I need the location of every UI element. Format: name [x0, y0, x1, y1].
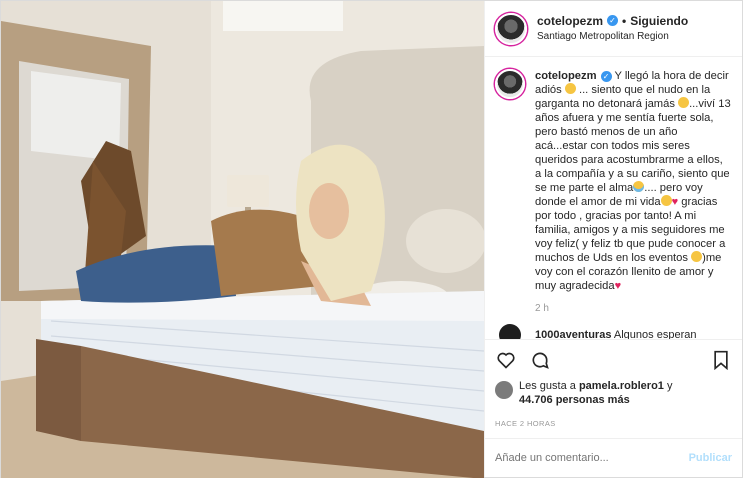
likes-count[interactable]: 44.706 personas más: [519, 394, 630, 406]
liker-username[interactable]: pamela.roblero1: [579, 380, 664, 392]
publish-button[interactable]: Publicar: [689, 452, 732, 464]
location-link[interactable]: Santiago Metropolitan Region: [537, 30, 688, 44]
comments-area[interactable]: cotelopezm ✓ Y llegó la hora de decir adi…: [485, 57, 742, 339]
instagram-post: cotelopezm ✓ • Siguiendo Santiago Metrop…: [0, 0, 743, 478]
post-timestamp[interactable]: HACE 2 HORAS: [485, 415, 742, 439]
commenter-avatar[interactable]: [499, 324, 521, 339]
commenter-username[interactable]: 1000aventuras: [535, 329, 611, 339]
author-username[interactable]: cotelopezm: [537, 14, 603, 28]
crying-face-emoji-icon: [633, 181, 645, 192]
caption: cotelopezm ✓ Y llegó la hora de decir adi…: [495, 69, 732, 293]
likes-prefix: Les gusta a: [519, 380, 576, 392]
smiling-face-emoji-icon: [660, 195, 672, 206]
heart-icon[interactable]: [495, 349, 517, 371]
verified-badge-icon: ✓: [600, 71, 612, 82]
comment-row: 1000aventuras Algunos esperan: [495, 324, 732, 339]
blushing-face-emoji-icon: [691, 251, 703, 262]
bookmark-icon[interactable]: [710, 349, 732, 371]
post-photo[interactable]: [1, 1, 484, 478]
sad-face-emoji-icon: [564, 83, 576, 94]
red-heart-emoji-icon: ♥: [614, 280, 622, 292]
likes-and: y: [666, 380, 673, 392]
comment-input[interactable]: [495, 452, 689, 464]
caption-author-avatar[interactable]: [495, 69, 525, 99]
following-button[interactable]: Siguiendo: [630, 14, 688, 28]
red-heart-emoji-icon: ♥: [671, 196, 679, 208]
caption-text: cotelopezm ✓ Y llegó la hora de decir adi…: [535, 69, 731, 293]
action-bar: [485, 339, 742, 379]
liker-avatar[interactable]: [495, 381, 513, 399]
add-comment-bar: Publicar: [485, 439, 742, 477]
caption-time: 2 h: [535, 303, 549, 314]
bedroom-photo-illustration: [1, 1, 484, 478]
comment-bubble-icon[interactable]: [529, 349, 551, 371]
caption-part-3: ...viví 13 años afuera y me sentía fuert…: [535, 98, 731, 194]
sad-face-emoji-icon: [678, 97, 690, 108]
separator-dot: •: [622, 13, 627, 28]
author-avatar[interactable]: [495, 12, 527, 45]
post-header: cotelopezm ✓ • Siguiendo Santiago Metrop…: [485, 1, 742, 57]
post-sidebar: cotelopezm ✓ • Siguiendo Santiago Metrop…: [484, 1, 742, 477]
verified-badge-icon: ✓: [607, 15, 619, 26]
caption-username[interactable]: cotelopezm: [535, 70, 597, 82]
likes-summary: Les gusta a pamela.roblero1 y 44.706 per…: [485, 379, 742, 415]
comment-text: Algunos esperan: [613, 329, 697, 339]
